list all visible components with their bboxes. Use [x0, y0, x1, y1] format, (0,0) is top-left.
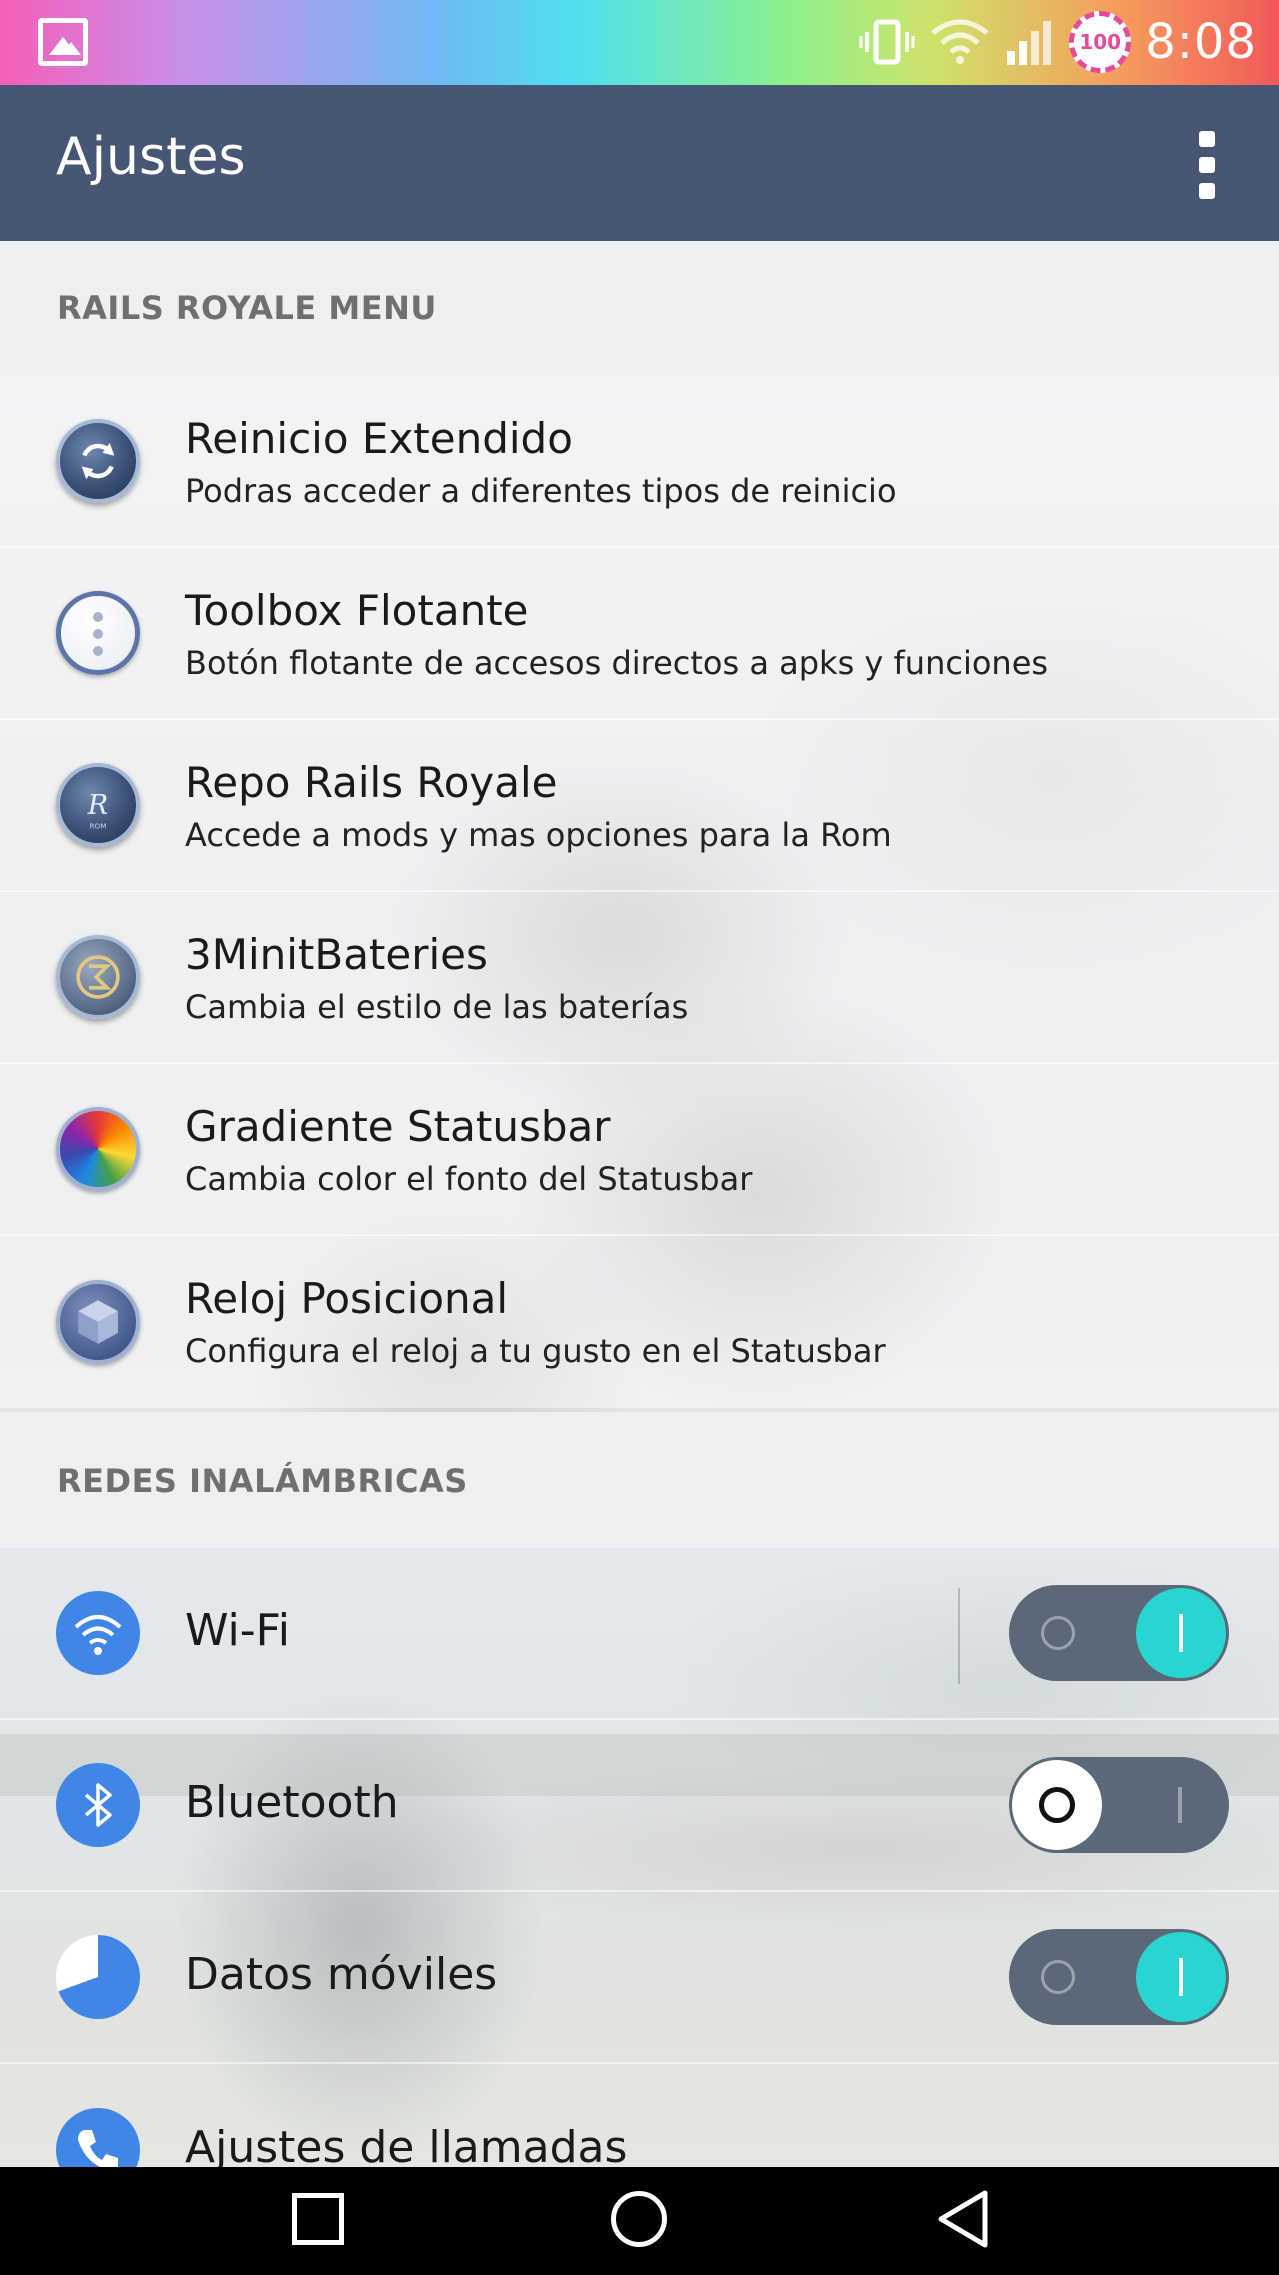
battery-style-icon — [56, 935, 140, 1019]
list-item-reinicio-extendido[interactable]: Reinicio Extendido Podras acceder a dife… — [0, 376, 1279, 548]
reboot-icon — [56, 419, 140, 503]
item-title: Reinicio Extendido — [185, 414, 573, 463]
section-header-text: REDES INALÁMBRICAS — [57, 1462, 468, 1500]
item-subtitle: Podras acceder a diferentes tipos de rei… — [185, 472, 897, 510]
list-item-toolbox-flotante[interactable]: Toolbox Flotante Botón flotante de acces… — [0, 548, 1279, 720]
toolbox-icon — [56, 591, 140, 675]
back-icon[interactable] — [935, 2189, 991, 2249]
app-bar: Ajustes — [0, 85, 1279, 241]
status-icons: 100 8:08 — [859, 10, 1257, 74]
wifi-icon — [931, 19, 989, 64]
item-title: Bluetooth — [185, 1777, 399, 1828]
color-wheel-icon — [56, 1107, 140, 1191]
status-bar: 100 8:08 — [0, 0, 1279, 85]
item-title: Toolbox Flotante — [185, 586, 529, 635]
section-header-rails: RAILS ROYALE MENU — [0, 241, 1279, 376]
wifi-icon — [56, 1591, 140, 1675]
item-title: Ajustes de llamadas — [185, 2122, 628, 2173]
page-title: Ajustes — [56, 127, 246, 187]
clock-cube-icon — [56, 1280, 140, 1364]
section-header-redes: REDES INALÁMBRICAS — [0, 1412, 1279, 1548]
list-item-bluetooth[interactable]: Bluetooth — [0, 1720, 1279, 1892]
bluetooth-toggle[interactable] — [1009, 1757, 1229, 1853]
item-subtitle: Cambia el estilo de las baterías — [185, 988, 689, 1026]
item-title: Datos móviles — [185, 1949, 498, 2000]
section-header-text: RAILS ROYALE MENU — [57, 289, 437, 327]
battery-icon: 100 — [1069, 11, 1132, 73]
navigation-bar — [0, 2167, 1279, 2275]
item-subtitle: Botón flotante de accesos directos a apk… — [185, 644, 1049, 682]
status-time: 8:08 — [1145, 14, 1257, 70]
home-icon[interactable] — [611, 2191, 667, 2247]
rails-royale-logo-icon: R ROM — [56, 763, 140, 847]
wifi-toggle[interactable] — [1009, 1585, 1229, 1681]
item-title: Wi-Fi — [185, 1605, 290, 1656]
more-vert-icon[interactable] — [1187, 125, 1227, 205]
item-subtitle: Configura el reloj a tu gusto en el Stat… — [185, 1332, 886, 1370]
item-title: Gradiente Statusbar — [185, 1102, 611, 1151]
divider — [958, 1588, 960, 1684]
bluetooth-icon — [56, 1763, 140, 1847]
list-item-repo-rails-royale[interactable]: R ROM Repo Rails Royale Accede a mods y … — [0, 720, 1279, 892]
item-title: Reloj Posicional — [185, 1274, 509, 1323]
mobile-data-toggle[interactable] — [1009, 1929, 1229, 2025]
list-item-wifi[interactable]: Wi-Fi — [0, 1548, 1279, 1720]
signal-icon — [1007, 21, 1052, 65]
mobile-data-icon — [56, 1935, 140, 2019]
image-icon — [38, 18, 88, 66]
list-item-reloj-posicional[interactable]: Reloj Posicional Configura el reloj a tu… — [0, 1236, 1279, 1408]
svg-text:R: R — [87, 790, 108, 821]
list-item-datos-moviles[interactable]: Datos móviles — [0, 1892, 1279, 2064]
vibrate-icon — [859, 19, 915, 65]
list-item-gradiente-statusbar[interactable]: Gradiente Statusbar Cambia color el font… — [0, 1064, 1279, 1236]
item-title: Repo Rails Royale — [185, 758, 558, 807]
list-item-3minitbateries[interactable]: 3MinitBateries Cambia el estilo de las b… — [0, 892, 1279, 1064]
recent-apps-icon[interactable] — [292, 2193, 344, 2245]
svg-text:ROM: ROM — [90, 822, 107, 831]
item-subtitle: Cambia color el fonto del Statusbar — [185, 1160, 753, 1198]
item-title: 3MinitBateries — [185, 930, 488, 979]
item-subtitle: Accede a mods y mas opciones para la Rom — [185, 816, 892, 854]
